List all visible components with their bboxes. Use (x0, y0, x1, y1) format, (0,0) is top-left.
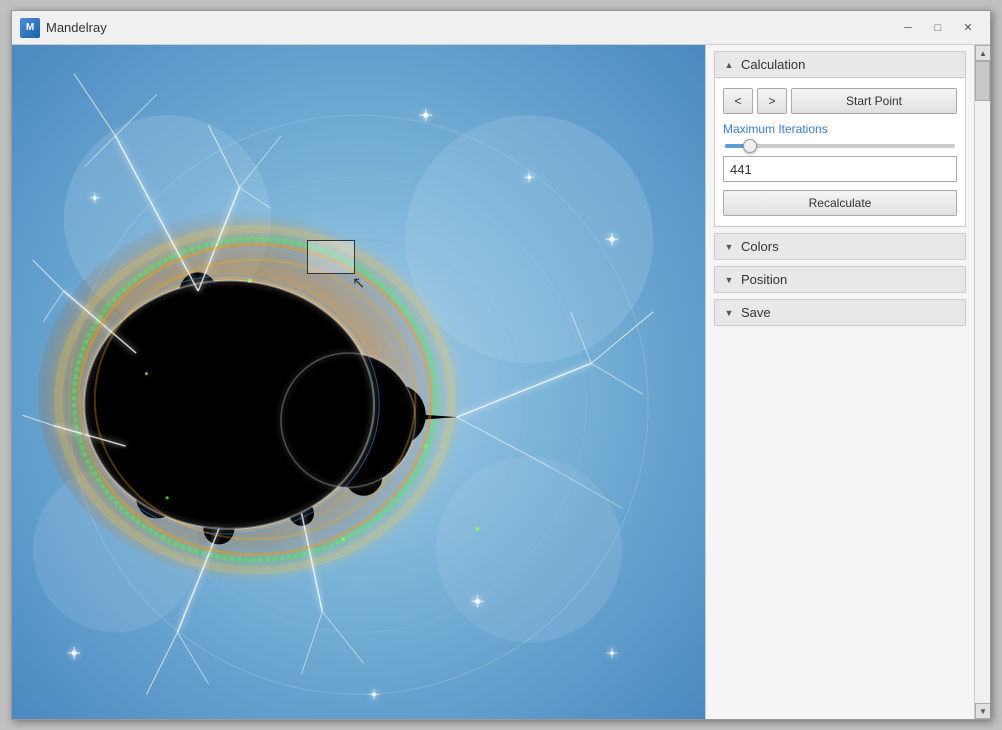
scroll-down-button[interactable]: ▼ (975, 703, 990, 719)
position-section-title: Position (741, 272, 787, 287)
save-section: ▼ Save (714, 299, 966, 326)
title-bar: M Mandelray ─ □ ✕ (12, 11, 990, 45)
next-button[interactable]: > (757, 88, 787, 114)
window-body: ↖ ▲ Calculation < > Start Point (12, 45, 990, 719)
colors-section-title: Colors (741, 239, 779, 254)
panel-content: ▲ Calculation < > Start Point Maximum It… (706, 45, 990, 719)
main-window: M Mandelray ─ □ ✕ (11, 10, 991, 720)
nav-row: < > Start Point (723, 88, 957, 114)
scrollbar-thumb[interactable] (975, 61, 990, 101)
app-icon: M (20, 18, 40, 38)
right-panel: ▲ Calculation < > Start Point Maximum It… (705, 45, 990, 719)
iterations-slider[interactable] (723, 144, 957, 148)
colors-section: ▼ Colors (714, 233, 966, 260)
slider-track (725, 144, 955, 148)
calculation-toggle-icon: ▲ (723, 59, 735, 71)
close-button[interactable]: ✕ (954, 17, 982, 39)
position-section: ▼ Position (714, 266, 966, 293)
scrollbar-thumb-area (975, 61, 990, 703)
save-toggle-icon: ▼ (723, 307, 735, 319)
save-section-title: Save (741, 305, 771, 320)
save-section-header[interactable]: ▼ Save (714, 299, 966, 326)
recalculate-button[interactable]: Recalculate (723, 190, 957, 216)
colors-section-header[interactable]: ▼ Colors (714, 233, 966, 260)
calculation-section-title: Calculation (741, 57, 805, 72)
scrollbar[interactable]: ▲ ▼ (974, 45, 990, 719)
position-toggle-icon: ▼ (723, 274, 735, 286)
scroll-up-button[interactable]: ▲ (975, 45, 990, 61)
iteration-value-input[interactable] (723, 156, 957, 182)
slider-thumb[interactable] (743, 139, 757, 153)
max-iterations-label: Maximum Iterations (723, 122, 957, 136)
prev-button[interactable]: < (723, 88, 753, 114)
position-section-header[interactable]: ▼ Position (714, 266, 966, 293)
calculation-section-body: < > Start Point Maximum Iterations (714, 78, 966, 227)
window-controls: ─ □ ✕ (894, 17, 982, 39)
minimize-button[interactable]: ─ (894, 17, 922, 39)
fractal-canvas (12, 45, 705, 719)
maximize-button[interactable]: □ (924, 17, 952, 39)
fractal-viewport[interactable]: ↖ (12, 45, 705, 719)
calculation-section-header[interactable]: ▲ Calculation (714, 51, 966, 78)
start-point-button[interactable]: Start Point (791, 88, 957, 114)
calculation-section: ▲ Calculation < > Start Point Maximum It… (714, 51, 966, 227)
app-title: Mandelray (46, 20, 894, 35)
colors-toggle-icon: ▼ (723, 241, 735, 253)
